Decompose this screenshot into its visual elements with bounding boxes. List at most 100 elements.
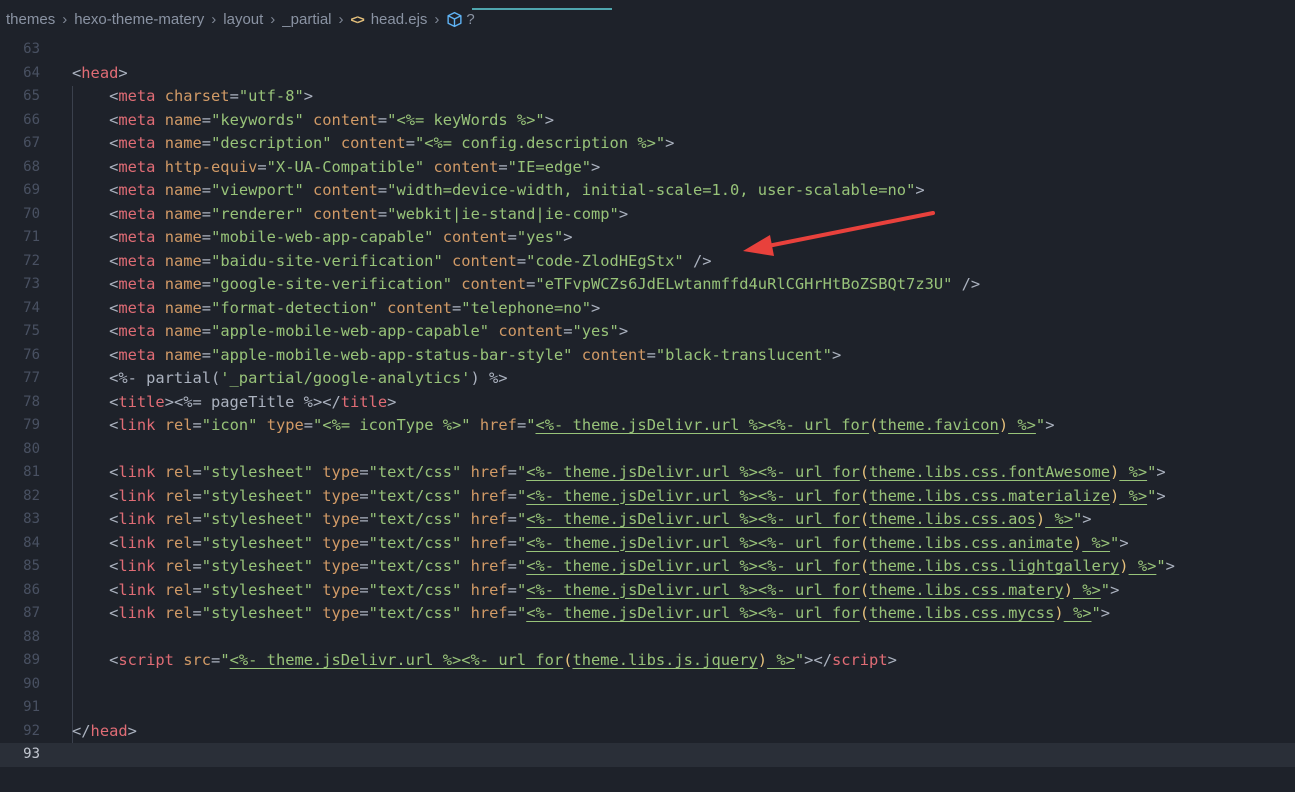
- line-number: 90: [23, 675, 40, 692]
- code-token: type: [322, 463, 360, 481]
- code-text: <link rel="stylesheet" type="text/css" h…: [72, 508, 1091, 532]
- code-text: <meta http-equiv="X-UA-Compatible" conte…: [72, 156, 600, 180]
- code-line[interactable]: 74 <meta name="format-detection" content…: [0, 297, 1295, 321]
- code-line[interactable]: 89 <script src="<%- theme.jsDelivr.url %…: [0, 649, 1295, 673]
- chevron-right-icon: ›: [434, 10, 440, 28]
- code-token: =: [359, 510, 369, 528]
- code-line[interactable]: 76 <meta name="apple-mobile-web-app-stat…: [0, 344, 1295, 368]
- code-token: =: [452, 298, 462, 317]
- code-line[interactable]: 85 <link rel="stylesheet" type="text/css…: [0, 555, 1295, 579]
- code-line[interactable]: 73 <meta name="google-site-verification"…: [0, 273, 1295, 297]
- code-token: %>: [1008, 416, 1036, 434]
- code-line[interactable]: 71 <meta name="mobile-web-app-capable" c…: [0, 226, 1295, 250]
- code-line[interactable]: 65 <meta charset="utf-8">: [0, 85, 1295, 109]
- line-number: 93: [23, 746, 40, 762]
- code-line[interactable]: 66 <meta name="keywords" content="<%= ke…: [0, 109, 1295, 133]
- code-line[interactable]: 79 <link rel="icon" type="<%= iconType %…: [0, 414, 1295, 438]
- code-line[interactable]: 84 <link rel="stylesheet" type="text/css…: [0, 532, 1295, 556]
- code-token: <: [72, 463, 119, 481]
- code-token: >: [1045, 416, 1055, 434]
- code-editor[interactable]: 63 64 <head> 65 <meta charset="utf-8"> 66 <m…: [0, 38, 1295, 792]
- code-token: =: [377, 181, 388, 199]
- code-token: >: [127, 721, 137, 740]
- code-token: ): [998, 416, 1009, 434]
- code-token: name: [164, 345, 202, 364]
- code-line[interactable]: 68 <meta http-equiv="X-UA-Compatible" co…: [0, 156, 1295, 180]
- code-token: "text/css": [368, 580, 462, 599]
- code-line[interactable]: 83 <link rel="stylesheet" type="text/css…: [0, 508, 1295, 532]
- breadcrumb-item-theme[interactable]: hexo-theme-matery: [74, 11, 204, 28]
- code-line[interactable]: 63: [0, 38, 1295, 62]
- code-line[interactable]: 64 <head>: [0, 62, 1295, 86]
- code-token: theme.libs.css.mycss: [869, 604, 1055, 622]
- code-token: =: [201, 134, 212, 152]
- line-number: 86: [23, 581, 40, 598]
- code-token: (: [859, 604, 870, 622]
- code-line[interactable]: 72 <meta name="baidu-site-verification" …: [0, 250, 1295, 274]
- breadcrumb-item-themes[interactable]: themes: [6, 11, 55, 28]
- line-number: 77: [23, 370, 40, 386]
- line-number: 72: [23, 252, 40, 269]
- code-line[interactable]: 90: [0, 673, 1295, 697]
- breadcrumb-symbol[interactable]: ?: [446, 11, 475, 28]
- code-line[interactable]: 92 </head>: [0, 720, 1295, 744]
- code-line[interactable]: 69 <meta name="viewport" content="width=…: [0, 179, 1295, 203]
- code-token: ": [516, 557, 527, 575]
- code-token: =: [201, 322, 212, 340]
- breadcrumb-item-file[interactable]: <> head.ejs: [351, 11, 428, 28]
- code-token: theme.libs.css.aos: [869, 510, 1036, 528]
- code-token: rel: [164, 557, 193, 575]
- breadcrumb-item-partial[interactable]: _partial: [282, 11, 331, 28]
- code-line[interactable]: 81 <link rel="stylesheet" type="text/css…: [0, 461, 1295, 485]
- code-token: type: [322, 604, 360, 622]
- code-line[interactable]: 78 <title><%= pageTitle %></title>: [0, 391, 1295, 415]
- chevron-right-icon: ›: [338, 10, 344, 28]
- code-token: type: [322, 486, 360, 505]
- code-token: ": [516, 463, 527, 481]
- code-token: content: [581, 345, 647, 364]
- code-line[interactable]: 87 <link rel="stylesheet" type="text/css…: [0, 602, 1295, 626]
- code-line[interactable]: 80: [0, 438, 1295, 462]
- code-line[interactable]: 93: [0, 743, 1295, 767]
- code-line[interactable]: 77 <%- partial('_partial/google-analytic…: [0, 367, 1295, 391]
- code-token: theme.libs.css.animate: [869, 533, 1073, 552]
- line-number: 74: [23, 299, 40, 316]
- code-token: link: [118, 580, 156, 599]
- code-line[interactable]: 75 <meta name="apple-mobile-web-app-capa…: [0, 320, 1295, 344]
- code-line[interactable]: 86 <link rel="stylesheet" type="text/css…: [0, 579, 1295, 603]
- code-token: meta: [118, 110, 156, 129]
- code-line[interactable]: 88: [0, 626, 1295, 650]
- code-token: type: [322, 510, 360, 528]
- code-token: content: [340, 134, 406, 152]
- line-number: 84: [23, 534, 40, 551]
- code-token: <: [72, 87, 119, 105]
- code-token: <: [72, 604, 119, 622]
- code-line[interactable]: 82 <link rel="stylesheet" type="text/css…: [0, 485, 1295, 509]
- code-token: ) %>: [470, 369, 508, 387]
- code-text: <link rel="stylesheet" type="text/css" h…: [72, 555, 1175, 579]
- code-token: ></: [804, 651, 832, 669]
- line-number: 78: [23, 393, 40, 410]
- breadcrumb-item-layout[interactable]: layout: [223, 11, 263, 28]
- code-token: ": [516, 580, 527, 599]
- code-token: >: [544, 110, 554, 129]
- code-token: meta: [118, 322, 156, 340]
- code-token: "viewport": [211, 181, 304, 199]
- code-token: "telephone=no": [461, 298, 592, 317]
- code-token: "apple-mobile-web-app-capable": [211, 322, 490, 340]
- code-token: content: [313, 110, 378, 129]
- code-line[interactable]: 91: [0, 696, 1295, 720]
- code-line[interactable]: 67 <meta name="description" content="<%=…: [0, 132, 1295, 156]
- code-token: ": [516, 486, 527, 505]
- code-token: <%- theme.jsDelivr.url %><%- url_for: [526, 533, 860, 552]
- code-line[interactable]: 70 <meta name="renderer" content="webkit…: [0, 203, 1295, 227]
